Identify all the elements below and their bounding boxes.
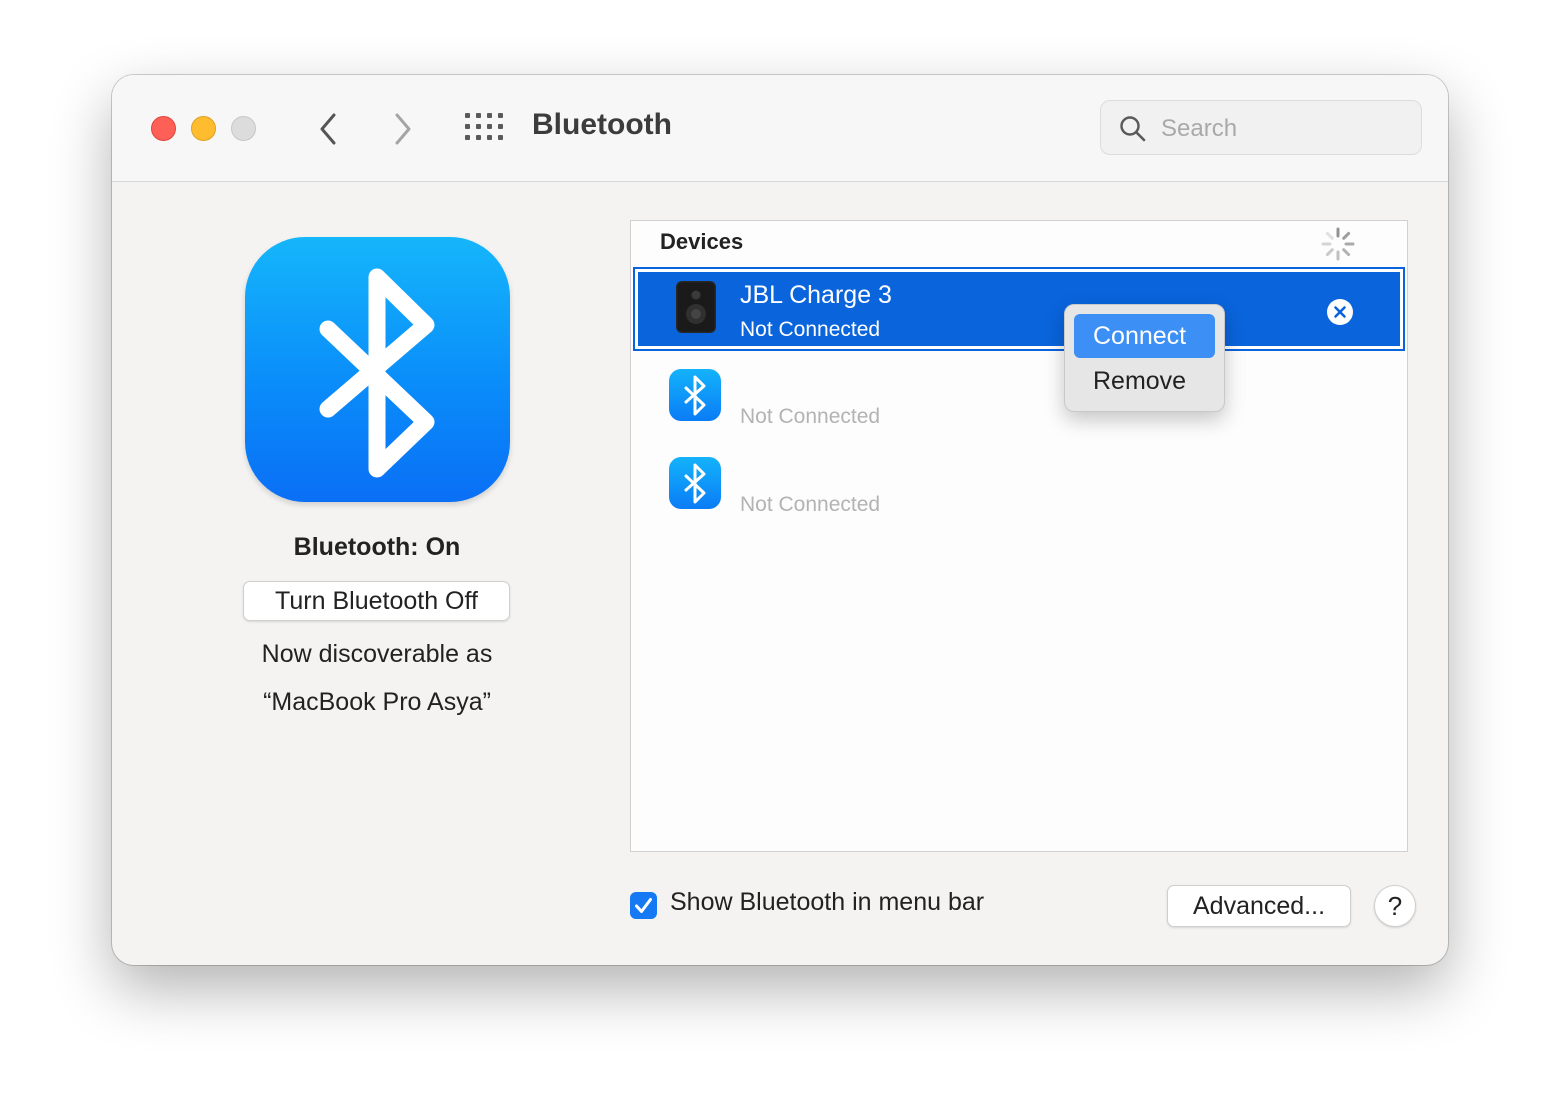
window-title: Bluetooth xyxy=(532,108,672,141)
show-in-menu-bar-label[interactable]: Show Bluetooth in menu bar xyxy=(670,888,984,917)
device-row-2[interactable]: Not Connected xyxy=(633,357,1405,441)
device-name: JBL Charge 3 xyxy=(740,281,892,309)
device-context-menu: Connect Remove xyxy=(1064,304,1225,412)
title-bar: Bluetooth xyxy=(112,75,1448,182)
grid-icon xyxy=(465,113,503,140)
search-input[interactable] xyxy=(1159,111,1413,147)
speaker-icon xyxy=(676,281,716,333)
device-row-jbl[interactable]: JBL Charge 3 Not Connected xyxy=(633,267,1405,351)
zoom-window-button[interactable] xyxy=(231,116,256,141)
help-button[interactable]: ? xyxy=(1374,885,1416,927)
discoverable-label: Now discoverable as xyxy=(261,640,493,668)
device-bluetooth-icon xyxy=(669,457,721,509)
bluetooth-app-icon xyxy=(245,237,510,502)
close-window-button[interactable] xyxy=(151,116,176,141)
menu-item-remove[interactable]: Remove xyxy=(1074,359,1215,403)
menu-item-connect[interactable]: Connect xyxy=(1074,314,1215,358)
forward-button[interactable] xyxy=(383,109,423,149)
minimize-window-button[interactable] xyxy=(191,116,216,141)
loading-spinner-icon xyxy=(1321,227,1355,261)
show-all-grid-button[interactable] xyxy=(464,112,504,142)
bluetooth-icon xyxy=(684,463,706,504)
discoverable-name: “MacBook Pro Asya” xyxy=(263,688,491,716)
device-status: Not Connected xyxy=(740,318,881,341)
device-status: Not Connected xyxy=(740,493,881,516)
device-row-3[interactable]: Not Connected xyxy=(633,445,1405,529)
device-status: Not Connected xyxy=(740,405,881,428)
search-field[interactable] xyxy=(1100,100,1422,155)
bluetooth-icon xyxy=(319,268,435,478)
show-in-menu-bar-checkbox[interactable] xyxy=(630,892,657,919)
device-bluetooth-icon xyxy=(669,369,721,421)
devices-header: Devices xyxy=(660,229,744,254)
checkmark-icon xyxy=(635,898,652,913)
remove-device-icon[interactable] xyxy=(1327,299,1353,325)
devices-list[interactable]: Devices JBL Charge 3 Not Connected Not C… xyxy=(630,220,1408,852)
chevron-left-icon xyxy=(320,113,336,145)
preferences-window: Bluetooth Bluetooth: On Turn Bluetooth O… xyxy=(112,75,1448,965)
advanced-button[interactable]: Advanced... xyxy=(1167,885,1351,927)
search-icon xyxy=(1120,116,1146,142)
back-button[interactable] xyxy=(308,109,348,149)
bluetooth-status: Bluetooth: On xyxy=(293,533,461,561)
turn-bluetooth-off-button[interactable]: Turn Bluetooth Off xyxy=(243,581,510,621)
bluetooth-icon xyxy=(684,375,706,416)
chevron-right-icon xyxy=(395,113,411,145)
